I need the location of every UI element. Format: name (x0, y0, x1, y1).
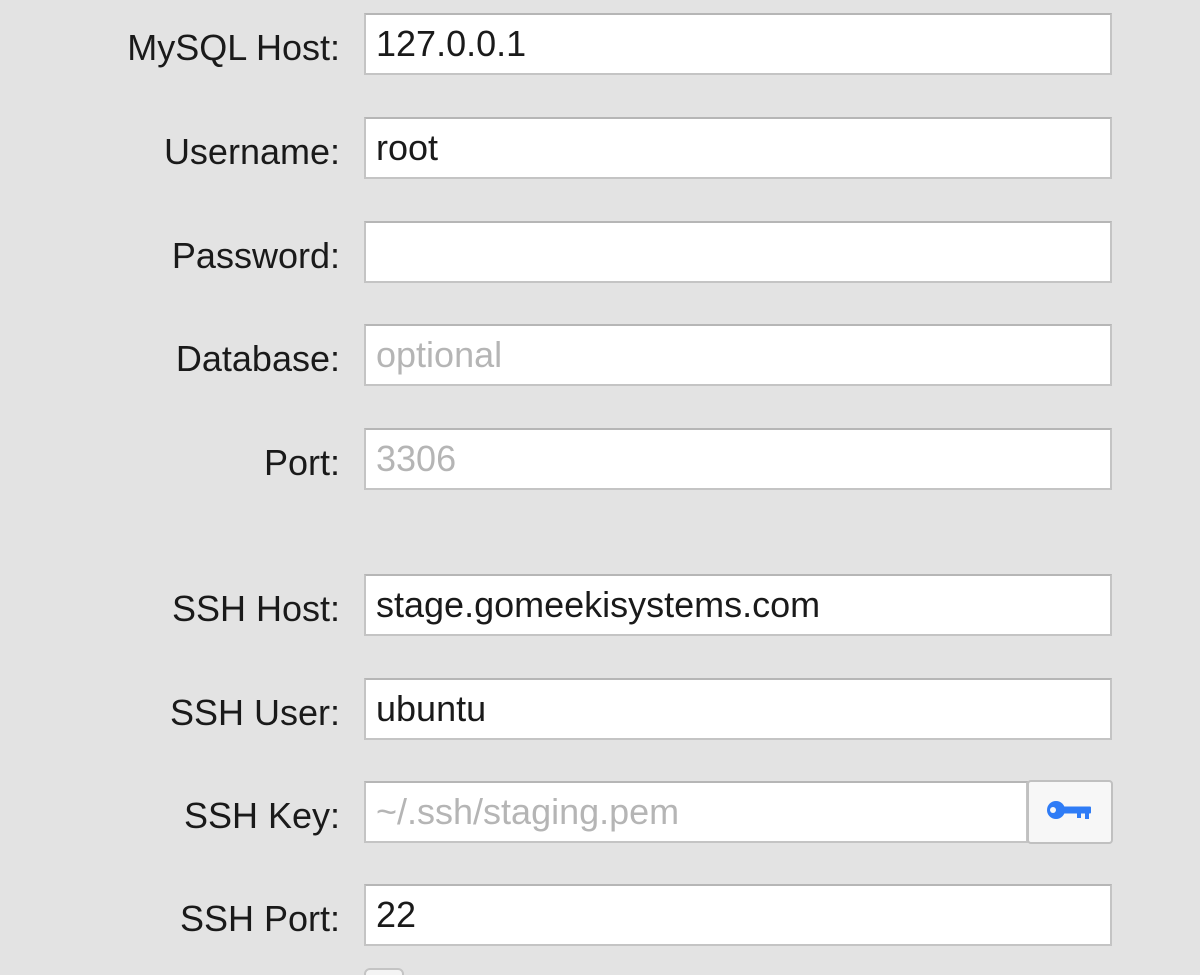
ssh-key-label: SSH Key: (183, 795, 340, 836)
mysql-host-input[interactable] (364, 13, 1112, 75)
choose-ssh-key-button[interactable] (1027, 780, 1113, 844)
database-input[interactable] (364, 324, 1112, 386)
ssh-key-input[interactable] (364, 781, 1028, 843)
key-icon (1045, 798, 1095, 827)
mysql-host-label: MySQL Host: (127, 27, 340, 68)
username-input[interactable] (364, 117, 1112, 179)
password-input[interactable] (364, 221, 1112, 283)
port-input[interactable] (364, 428, 1112, 490)
ssh-port-label: SSH Port: (179, 898, 340, 939)
ssh-user-label: SSH User: (169, 692, 340, 733)
ssh-user-input[interactable] (364, 678, 1112, 740)
checkbox-partial[interactable] (364, 968, 404, 975)
ssh-port-input[interactable] (364, 884, 1112, 946)
ssh-host-input[interactable] (364, 574, 1112, 636)
database-label: Database: (175, 338, 340, 379)
port-label: Port: (263, 442, 340, 483)
password-label: Password: (171, 235, 340, 276)
username-label: Username: (163, 131, 340, 172)
connection-form: MySQL Host: Username: Password: Database… (0, 0, 1200, 975)
ssh-host-label: SSH Host: (171, 588, 340, 629)
